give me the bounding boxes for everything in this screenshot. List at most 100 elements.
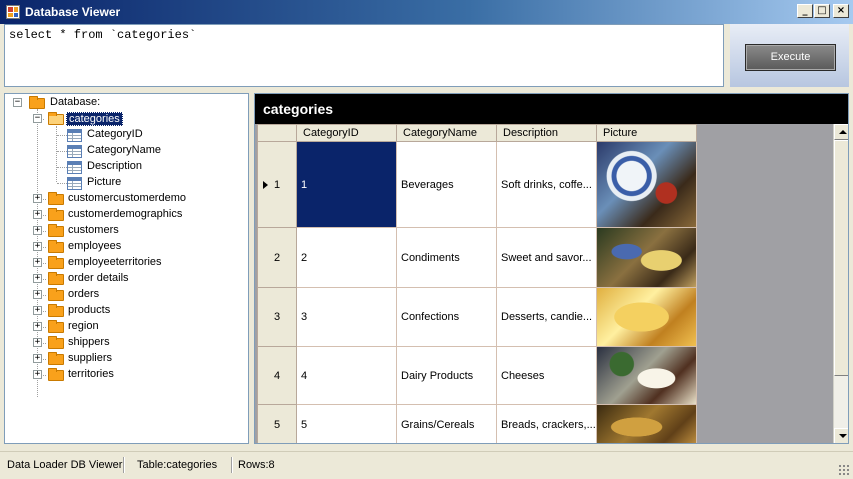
folder-icon bbox=[48, 304, 64, 317]
scroll-thumb[interactable] bbox=[834, 140, 848, 376]
tree-item-table[interactable]: region bbox=[66, 320, 101, 332]
table-row[interactable]: 2 2 Condiments Sweet and savor... bbox=[257, 227, 697, 288]
grid-corner-header[interactable] bbox=[257, 124, 297, 142]
expand-icon[interactable]: + bbox=[33, 258, 42, 267]
folder-icon bbox=[48, 272, 64, 285]
table-row[interactable]: 4 4 Dairy Products Cheeses bbox=[257, 346, 697, 405]
folder-icon bbox=[48, 288, 64, 301]
collapse-icon[interactable]: − bbox=[33, 114, 42, 123]
cell-categoryid[interactable]: 3 bbox=[296, 287, 397, 347]
expand-icon[interactable]: + bbox=[33, 194, 42, 203]
tree-item-table[interactable]: orders bbox=[66, 288, 101, 300]
folder-icon bbox=[48, 256, 64, 269]
folder-icon bbox=[48, 368, 64, 381]
tree-item-column[interactable]: CategoryID bbox=[85, 128, 145, 140]
tree-item-table[interactable]: employeeterritories bbox=[66, 256, 164, 268]
row-header[interactable]: 4 bbox=[257, 346, 297, 405]
row-number: 2 bbox=[273, 251, 281, 264]
table-row[interactable]: 5 5 Grains/Cereals Breads, crackers,... bbox=[257, 404, 697, 443]
tree-item-categories[interactable]: categories bbox=[66, 112, 123, 126]
folder-icon bbox=[48, 224, 64, 237]
cell-categoryid[interactable]: 5 bbox=[296, 404, 397, 443]
row-header[interactable]: 3 bbox=[257, 287, 297, 347]
cell-description[interactable]: Soft drinks, coffe... bbox=[496, 141, 597, 228]
tree-item-column[interactable]: Description bbox=[85, 160, 144, 172]
maximize-button[interactable]: □ bbox=[814, 4, 830, 18]
open-folder-icon bbox=[48, 112, 64, 125]
collapse-icon[interactable]: − bbox=[13, 98, 22, 107]
tree-line bbox=[57, 167, 67, 168]
folder-icon bbox=[48, 352, 64, 365]
column-header-description[interactable]: Description bbox=[496, 124, 597, 142]
title-bar: Database Viewer _ □ × bbox=[0, 0, 853, 24]
minimize-button[interactable]: _ bbox=[797, 4, 813, 18]
expand-icon[interactable]: + bbox=[33, 242, 42, 251]
cell-picture[interactable] bbox=[596, 287, 697, 347]
cell-categoryname[interactable]: Confections bbox=[396, 287, 497, 347]
sql-query-input[interactable]: select * from `categories` bbox=[4, 24, 724, 87]
expand-icon[interactable]: + bbox=[33, 210, 42, 219]
row-header[interactable]: 5 bbox=[257, 404, 297, 443]
cell-categoryname[interactable]: Grains/Cereals bbox=[396, 404, 497, 443]
resize-grip-icon[interactable] bbox=[838, 464, 850, 476]
folder-icon bbox=[48, 320, 64, 333]
tree-item-table[interactable]: customers bbox=[66, 224, 121, 236]
cell-categoryid[interactable]: 4 bbox=[296, 346, 397, 405]
cell-picture[interactable] bbox=[596, 141, 697, 228]
row-header[interactable]: 1 bbox=[257, 141, 297, 228]
cell-picture[interactable] bbox=[596, 227, 697, 288]
tree-item-table[interactable]: customerdemographics bbox=[66, 208, 184, 220]
cell-description[interactable]: Cheeses bbox=[496, 346, 597, 405]
cell-categoryid[interactable]: 1 bbox=[296, 141, 397, 228]
tree-line bbox=[57, 135, 67, 136]
column-icon bbox=[67, 129, 82, 142]
tree-item-table[interactable]: shippers bbox=[66, 336, 112, 348]
close-button[interactable]: × bbox=[833, 4, 849, 18]
row-header[interactable]: 2 bbox=[257, 227, 297, 288]
column-header-categoryname[interactable]: CategoryName bbox=[396, 124, 497, 142]
expand-icon[interactable]: + bbox=[33, 226, 42, 235]
cell-description[interactable]: Breads, crackers,... bbox=[496, 404, 597, 443]
column-icon bbox=[67, 161, 82, 174]
table-row[interactable]: 1 1 Beverages Soft drinks, coffe... bbox=[257, 141, 697, 228]
tree-item-table[interactable]: suppliers bbox=[66, 352, 114, 364]
tree-item-table[interactable]: products bbox=[66, 304, 112, 316]
expand-icon[interactable]: + bbox=[33, 322, 42, 331]
tree-item-table[interactable]: order details bbox=[66, 272, 131, 284]
table-row[interactable]: 3 3 Confections Desserts, candie... bbox=[257, 287, 697, 347]
expand-icon[interactable]: + bbox=[33, 338, 42, 347]
cell-description[interactable]: Sweet and savor... bbox=[496, 227, 597, 288]
status-rows: Rows:8 bbox=[238, 459, 275, 471]
cell-picture[interactable] bbox=[596, 404, 697, 443]
execute-button[interactable]: Execute bbox=[745, 44, 836, 71]
scroll-up-arrow-icon[interactable] bbox=[834, 124, 848, 140]
expand-icon[interactable]: + bbox=[33, 274, 42, 283]
cell-categoryname[interactable]: Dairy Products bbox=[396, 346, 497, 405]
cell-categoryid[interactable]: 2 bbox=[296, 227, 397, 288]
category-picture-image bbox=[597, 288, 696, 346]
column-header-categoryid[interactable]: CategoryID bbox=[296, 124, 397, 142]
tree-item-table[interactable]: customercustomerdemo bbox=[66, 192, 188, 204]
cell-picture[interactable] bbox=[596, 346, 697, 405]
data-grid[interactable]: CategoryID CategoryName Description Pict… bbox=[257, 124, 697, 443]
row-number: 3 bbox=[273, 311, 281, 323]
status-table: Table:categories bbox=[137, 459, 218, 471]
cell-categoryname[interactable]: Beverages bbox=[396, 141, 497, 228]
database-tree[interactable]: − Database: − categories CategoryID CategoryN… bbox=[4, 93, 249, 444]
tree-item-column[interactable]: Picture bbox=[85, 176, 123, 188]
column-header-picture[interactable]: Picture bbox=[596, 124, 697, 142]
tree-item-table[interactable]: territories bbox=[66, 368, 116, 380]
app-icon bbox=[6, 5, 20, 19]
cell-categoryname[interactable]: Condiments bbox=[396, 227, 497, 288]
tree-item-table[interactable]: employees bbox=[66, 240, 123, 252]
tree-root-label[interactable]: Database: bbox=[48, 96, 102, 108]
expand-icon[interactable]: + bbox=[33, 306, 42, 315]
tree-item-column[interactable]: CategoryName bbox=[85, 144, 163, 156]
cell-description[interactable]: Desserts, candie... bbox=[496, 287, 597, 347]
grid-vertical-scrollbar[interactable] bbox=[833, 124, 848, 443]
expand-icon[interactable]: + bbox=[33, 370, 42, 379]
category-picture-image bbox=[597, 142, 696, 227]
expand-icon[interactable]: + bbox=[33, 354, 42, 363]
scroll-down-arrow-icon[interactable] bbox=[834, 428, 848, 443]
expand-icon[interactable]: + bbox=[33, 290, 42, 299]
